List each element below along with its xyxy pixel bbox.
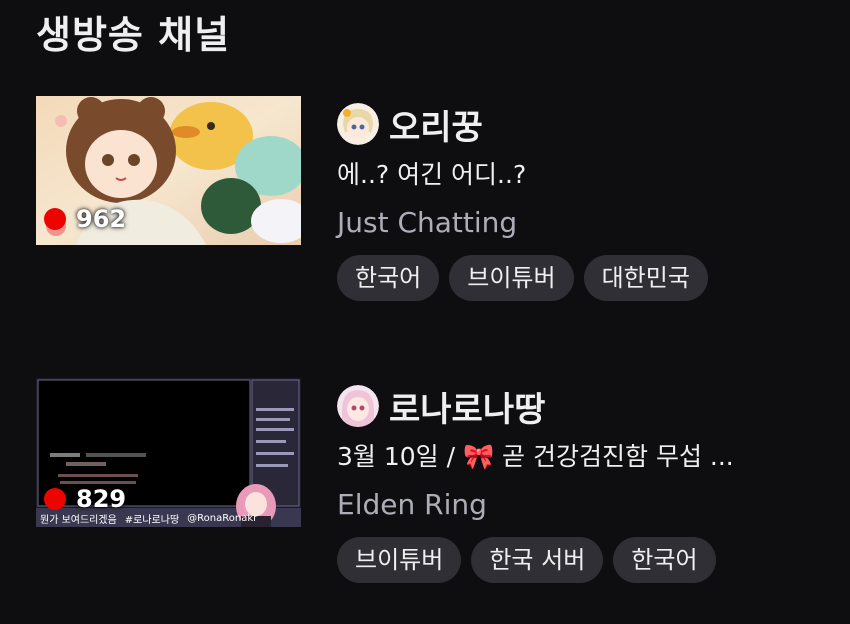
tag[interactable]: 대한민국 (583, 255, 708, 301)
section-title: 생방송 채널 (36, 13, 231, 57)
thumbnail-banner: 뭔가 보여드리겠음 #로나로나땅 @RonaRonakr (36, 509, 301, 527)
viewer-badge: 962 (44, 205, 126, 233)
stream-card: 829 뭔가 보여드리겠음 #로나로나땅 @RonaRonakr 로나로나땅 3… (36, 378, 826, 608)
stream-title[interactable]: 에..? 여긴 어디..? (337, 158, 807, 192)
channel-row: 로나로나땅 (337, 378, 817, 434)
stream-card: 962 오리꿍 에..? 여긴 어디..? Just Chatting 한국어 … (36, 96, 826, 326)
banner-hashtag: #로나로나땅 (124, 514, 180, 526)
anime-girl-avatar-icon[interactable] (337, 385, 379, 427)
tag[interactable]: 브이튜버 (449, 255, 574, 301)
tag-list: 브이튜버 한국 서버 한국어 (337, 537, 817, 583)
stream-title[interactable]: 3월 10일 / 🎀 곧 건강검진함 무섭 ... (337, 440, 807, 474)
live-indicator-icon (44, 208, 66, 230)
stream-info: 로나로나땅 3월 10일 / 🎀 곧 건강검진함 무섭 ... Elden Ri… (337, 378, 817, 583)
stream-thumbnail[interactable]: 962 (36, 96, 301, 245)
banner-handle: @RonaRonakr (187, 512, 258, 524)
stream-thumbnail[interactable]: 829 뭔가 보여드리겠음 #로나로나땅 @RonaRonakr (36, 378, 301, 527)
stream-info: 오리꿍 에..? 여긴 어디..? Just Chatting 한국어 브이튜버… (337, 96, 817, 301)
tag[interactable]: 브이튜버 (337, 537, 462, 583)
channel-row: 오리꿍 (337, 96, 817, 152)
tag[interactable]: 한국어 (613, 537, 716, 583)
stream-category[interactable]: Just Chatting (337, 204, 817, 242)
tag-list: 한국어 브이튜버 대한민국 (337, 255, 817, 301)
channel-name[interactable]: 로나로나땅 (389, 382, 545, 431)
live-channels-page: 생방송 채널 962 오리꿍 에..? 여긴 어디..? Just Chatti… (0, 0, 850, 624)
stream-category[interactable]: Elden Ring (337, 486, 817, 524)
live-indicator-icon (44, 488, 66, 510)
banner-text: 뭔가 보여드리겠음 (40, 514, 117, 526)
tag[interactable]: 한국 서버 (471, 537, 604, 583)
viewer-count: 962 (76, 205, 127, 233)
tag[interactable]: 한국어 (337, 255, 440, 301)
channel-name[interactable]: 오리꿍 (389, 100, 483, 149)
anime-girl-avatar-icon[interactable] (337, 103, 379, 145)
